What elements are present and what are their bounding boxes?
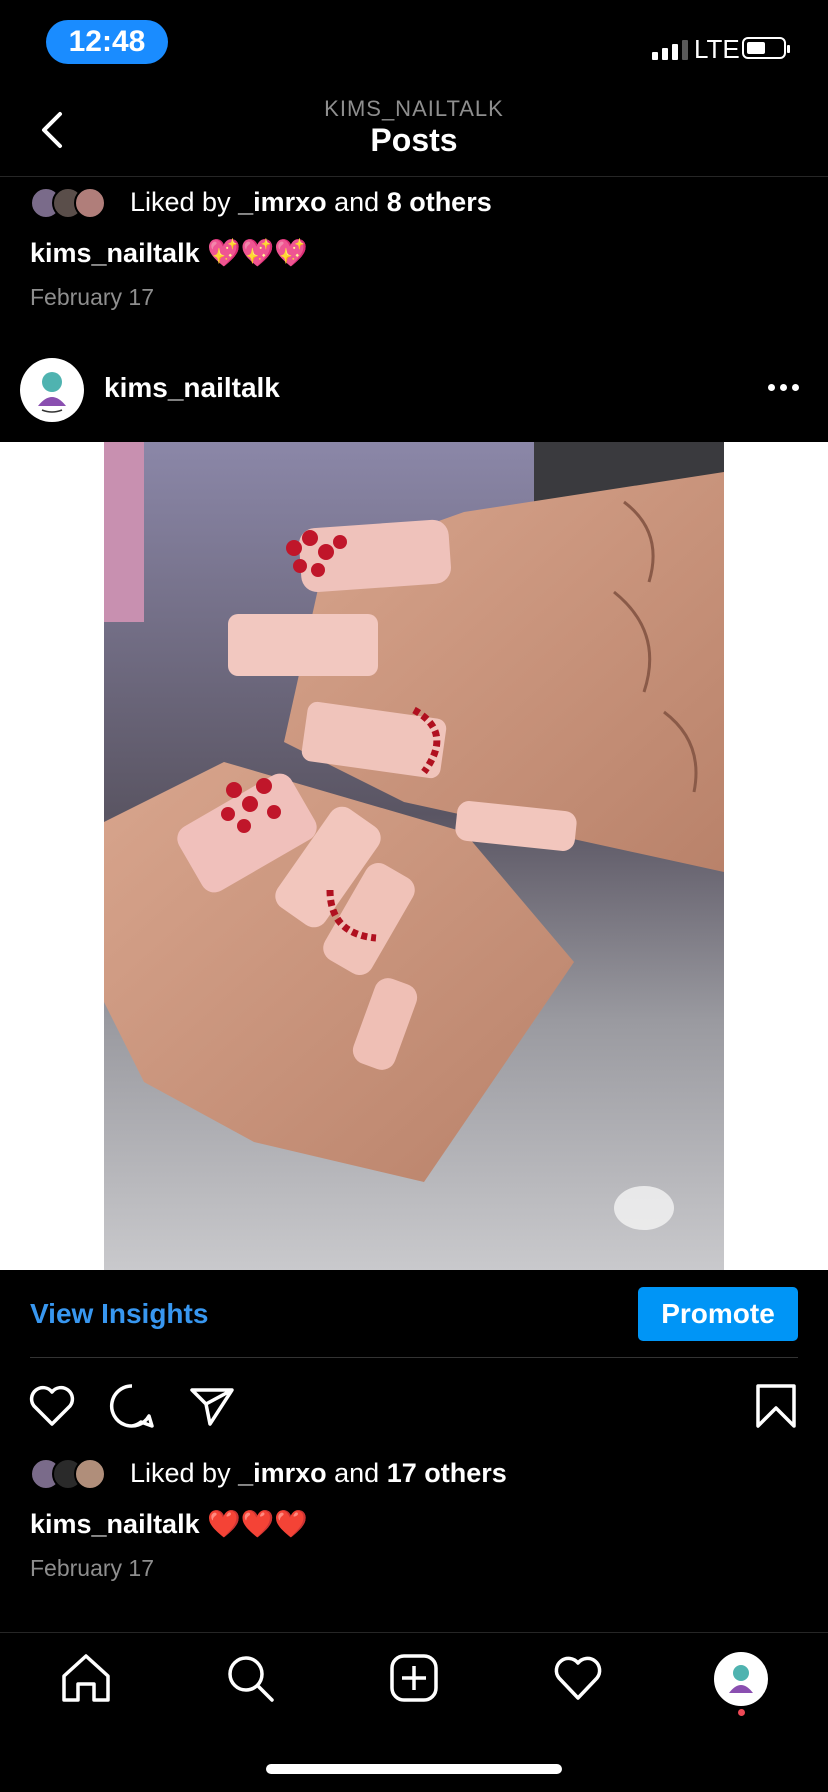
caption-text: 💖💖💖 [207, 238, 308, 268]
profile-avatar-tab[interactable] [714, 1652, 768, 1706]
view-insights-link[interactable]: View Insights [30, 1298, 208, 1330]
liked-others[interactable]: 17 others [387, 1458, 507, 1488]
plus-square-icon[interactable] [386, 1650, 442, 1706]
heart-icon[interactable] [26, 1380, 78, 1432]
liked-avatars[interactable] [30, 1458, 106, 1490]
network-type: LTE [694, 34, 740, 64]
caption-text: ❤️❤️❤️ [207, 1509, 308, 1539]
post-date: February 17 [30, 1555, 155, 1581]
post-username[interactable]: kims_nailtalk [104, 372, 280, 404]
paper-plane-icon[interactable] [186, 1380, 238, 1432]
more-horizontal-icon[interactable] [768, 384, 799, 391]
bookmark-icon[interactable] [750, 1380, 802, 1432]
header-account: KIMS_NAILTALK [324, 96, 504, 121]
liked-user[interactable]: _imrxo [238, 1458, 327, 1488]
caption: kims_nailtalk 💖💖💖 [30, 237, 308, 269]
activity-heart-icon[interactable] [550, 1650, 606, 1706]
header-divider [0, 176, 828, 177]
home-indicator [266, 1764, 562, 1774]
notification-dot [738, 1709, 745, 1716]
caption-username[interactable]: kims_nailtalk [30, 1509, 200, 1539]
divider [30, 1357, 798, 1358]
avatar [74, 1458, 106, 1490]
post-image[interactable] [104, 442, 724, 1270]
search-icon[interactable] [222, 1650, 278, 1706]
liked-user[interactable]: _imrxo [238, 187, 327, 217]
liked-avatars[interactable] [30, 187, 106, 219]
avatar [74, 187, 106, 219]
caption-username[interactable]: kims_nailtalk [30, 238, 200, 268]
home-icon[interactable] [58, 1650, 114, 1706]
comment-icon[interactable] [106, 1380, 158, 1432]
caption: kims_nailtalk ❤️❤️❤️ [30, 1508, 308, 1540]
post-date: February 17 [30, 284, 155, 310]
page-title: Posts [370, 122, 458, 158]
battery-icon [742, 37, 790, 59]
liked-by-text[interactable]: Liked by _imrxo and 8 others [130, 187, 492, 218]
tabbar-divider [0, 1632, 828, 1633]
status-time: 12:48 [46, 20, 168, 64]
avatar[interactable] [20, 358, 84, 422]
cellular-signal-icon [652, 40, 688, 60]
promote-button[interactable]: Promote [638, 1287, 798, 1341]
liked-others[interactable]: 8 others [387, 187, 492, 217]
liked-by-text[interactable]: Liked by _imrxo and 17 others [130, 1458, 507, 1489]
